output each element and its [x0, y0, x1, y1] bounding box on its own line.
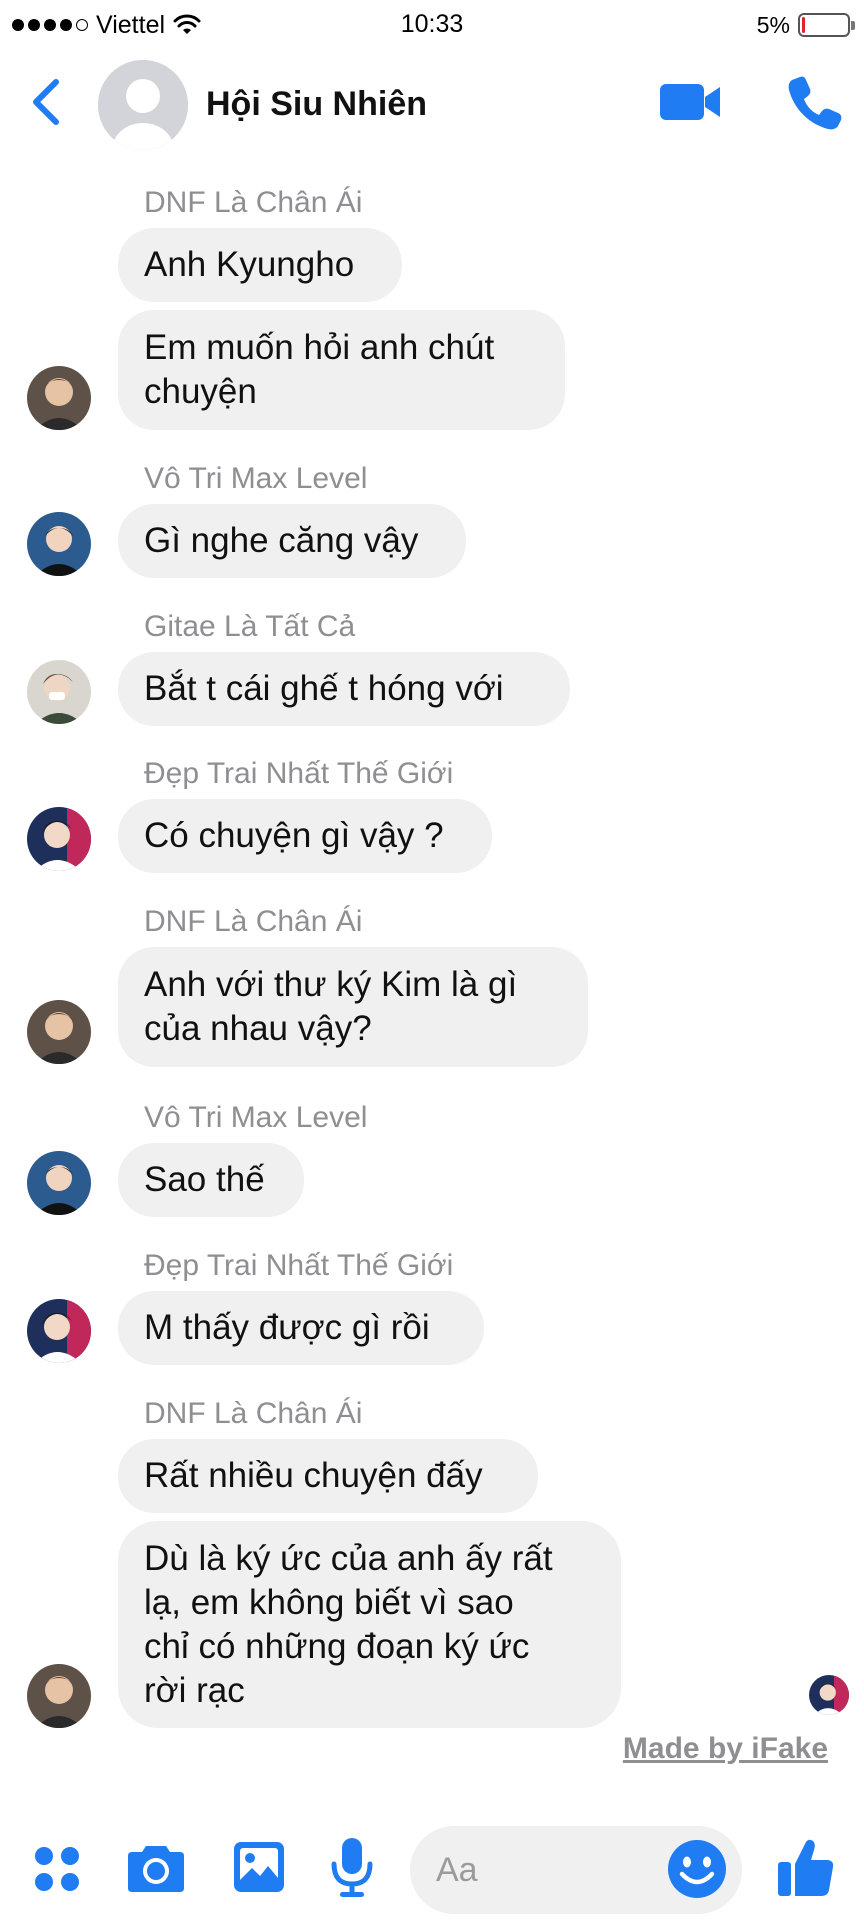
- message-text: Có chuyện gì vậy ?: [144, 816, 444, 855]
- photo-icon: [234, 1842, 284, 1892]
- camera-icon: [128, 1846, 184, 1892]
- group-avatar[interactable]: [98, 60, 188, 150]
- message-text: Gì nghe căng vậy: [144, 521, 419, 560]
- battery-icon: [798, 13, 855, 37]
- emoji-button[interactable]: [664, 1836, 730, 1902]
- message-text: Em muốn hỏi anh chút chuyện: [144, 328, 495, 411]
- message-bubble[interactable]: M thấy được gì rồi: [118, 1291, 484, 1365]
- microphone-button[interactable]: [330, 1836, 374, 1905]
- message-bubble[interactable]: Anh Kyungho: [118, 228, 402, 302]
- avatar-photo: [809, 1675, 849, 1715]
- battery-fill: [802, 17, 805, 33]
- back-button[interactable]: [22, 72, 78, 132]
- video-call-button[interactable]: [658, 74, 724, 130]
- status-right: 5%: [756, 10, 855, 40]
- sender-avatar[interactable]: [27, 1000, 91, 1064]
- voice-call-button[interactable]: [784, 72, 846, 134]
- four-dots-icon: [35, 1847, 79, 1891]
- avatar-photo: [27, 807, 91, 871]
- smiley-icon: [668, 1840, 726, 1898]
- sender-avatar[interactable]: [27, 1299, 91, 1363]
- sender-avatar[interactable]: [27, 807, 91, 871]
- message-text: Anh Kyungho: [144, 245, 355, 284]
- camera-button[interactable]: [126, 1840, 186, 1901]
- message-bubble[interactable]: Anh với thư ký Kim là gì của nhau vậy?: [118, 947, 588, 1067]
- avatar-photo: [27, 660, 91, 724]
- message-text: Sao thế: [144, 1160, 265, 1199]
- message-bubble[interactable]: Rất nhiều chuyện đấy: [118, 1439, 538, 1513]
- read-receipt-avatar: [809, 1675, 849, 1715]
- sender-name: DNF Là Chân Ái: [144, 905, 363, 938]
- sender-name: Vô Tri Max Level: [144, 462, 368, 495]
- status-time: 10:33: [400, 10, 464, 38]
- avatar-photo: [27, 1664, 91, 1728]
- phone-icon: [788, 76, 842, 130]
- composer-bar: [0, 1820, 864, 1920]
- battery-percent: 5%: [756, 11, 790, 38]
- avatar-photo: [27, 1299, 91, 1363]
- chevron-left-icon: [33, 79, 59, 125]
- sender-name: DNF Là Chân Ái: [144, 186, 363, 219]
- sender-name: DNF Là Chân Ái: [144, 1397, 363, 1430]
- status-bar: Viettel 10:33 5%: [0, 0, 864, 50]
- avatar-photo: [27, 1151, 91, 1215]
- sender-name: Vô Tri Max Level: [144, 1101, 368, 1134]
- avatar-photo: [27, 512, 91, 576]
- person-placeholder-icon: [98, 60, 188, 150]
- conversation-title[interactable]: Hội Siu Nhiên: [206, 85, 427, 124]
- message-input[interactable]: [436, 1826, 656, 1914]
- sender-avatar[interactable]: [27, 1664, 91, 1728]
- message-bubble[interactable]: Sao thế: [118, 1143, 304, 1217]
- video-camera-icon: [660, 84, 720, 120]
- message-text: Bắt t cái ghế t hóng với: [144, 669, 504, 708]
- avatar-photo: [27, 1000, 91, 1064]
- sender-name: Đẹp Trai Nhất Thế Giới: [144, 1249, 454, 1282]
- message-bubble[interactable]: Bắt t cái ghế t hóng với: [118, 652, 570, 726]
- message-text: Rất nhiều chuyện đấy: [144, 1456, 483, 1495]
- conversation-header: Hội Siu Nhiên: [0, 50, 864, 160]
- avatar-photo: [27, 366, 91, 430]
- sender-name: Gitae Là Tất Cả: [144, 610, 356, 643]
- message-bubble[interactable]: Dù là ký ức của anh ấy rất lạ, em không …: [118, 1521, 621, 1728]
- message-text: Anh với thư ký Kim là gì của nhau vậy?: [144, 965, 518, 1048]
- watermark: Made by iFake: [622, 1732, 828, 1765]
- message-text: Dù là ký ức của anh ấy rất lạ, em không …: [144, 1538, 553, 1710]
- message-bubble[interactable]: Có chuyện gì vậy ?: [118, 799, 492, 873]
- sender-avatar[interactable]: [27, 512, 91, 576]
- message-composer[interactable]: [410, 1826, 742, 1914]
- sender-name: Đẹp Trai Nhất Thế Giới: [144, 757, 454, 790]
- sender-avatar[interactable]: [27, 366, 91, 430]
- message-bubble[interactable]: Gì nghe căng vậy: [118, 504, 466, 578]
- like-button[interactable]: [776, 1836, 836, 1905]
- message-bubble[interactable]: Em muốn hỏi anh chút chuyện: [118, 310, 565, 430]
- sender-avatar[interactable]: [27, 1151, 91, 1215]
- photo-button[interactable]: [232, 1840, 286, 1899]
- microphone-icon: [331, 1838, 373, 1897]
- more-actions-button[interactable]: [32, 1844, 82, 1899]
- message-text: M thấy được gì rồi: [144, 1308, 430, 1347]
- thumbs-up-icon: [778, 1839, 834, 1896]
- sender-avatar[interactable]: [27, 660, 91, 724]
